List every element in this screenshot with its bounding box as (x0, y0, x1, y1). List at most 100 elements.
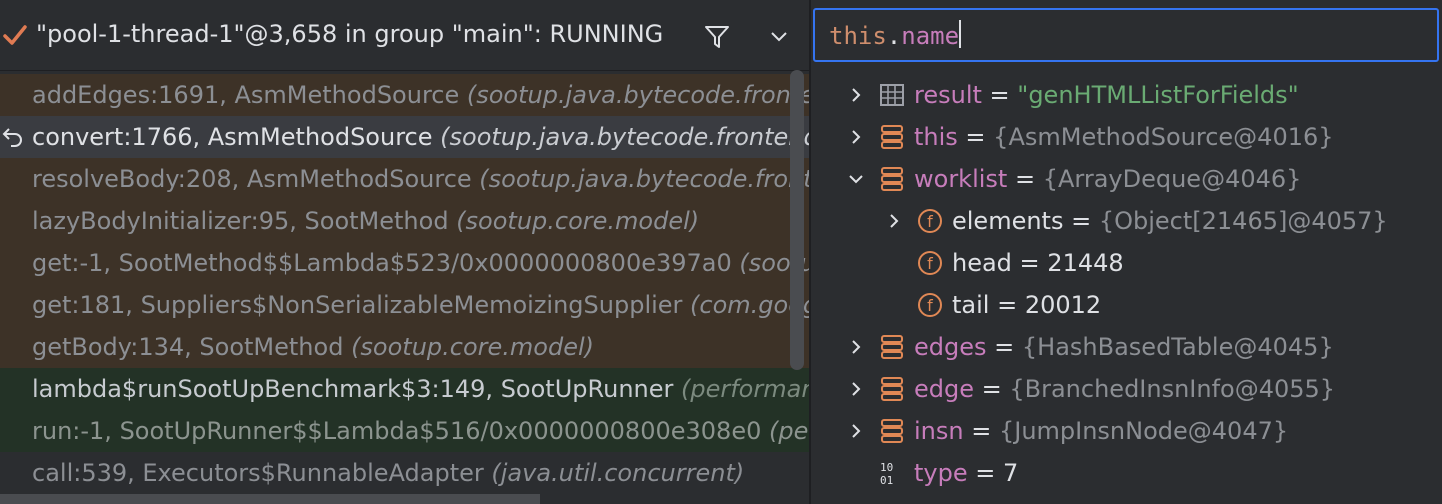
frames-list: addEdges:1691, AsmMethodSource (sootup.j… (0, 74, 809, 504)
frame-method: run:-1, SootUpRunner$$Lambda$516/0x00000… (32, 417, 769, 445)
equals-sign: = (1007, 165, 1043, 193)
frame-text: lambda$runSootUpBenchmark$3:149, SootUpR… (32, 368, 809, 410)
variable-name: result (914, 81, 982, 109)
variable-row[interactable]: f elements = {Object[21465]@4057} (811, 200, 1442, 242)
variable-value: 20012 (1024, 291, 1102, 319)
variable-text: type = 7 (914, 452, 1018, 494)
frame-row[interactable]: resolveBody:208, AsmMethodSource (sootup… (0, 158, 809, 200)
frame-method: lambda$runSootUpBenchmark$3:149, SootUpR… (32, 375, 681, 403)
chevron-right-icon[interactable] (847, 422, 865, 440)
variable-value: "genHTMLListForFields" (1017, 81, 1299, 109)
frame-text: addEdges:1691, AsmMethodSource (sootup.j… (32, 74, 809, 116)
variable-name: this (914, 123, 958, 151)
result-table-icon (880, 84, 904, 106)
variable-name: type (914, 459, 968, 487)
frame-row[interactable]: run:-1, SootUpRunner$$Lambda$516/0x00000… (0, 410, 809, 452)
equals-sign: = (963, 417, 999, 445)
frame-row[interactable]: get:181, Suppliers$NonSerializableMemoiz… (0, 284, 809, 326)
frame-text: getBody:134, SootMethod (sootup.core.mod… (32, 326, 594, 368)
frame-package: (sootup.core.model) (351, 333, 595, 361)
thread-selector[interactable]: "pool-1-thread-1"@3,658 in group "main":… (0, 0, 809, 71)
frame-package: (performance) (768, 417, 809, 445)
frame-method: resolveBody:208, AsmMethodSource (32, 165, 480, 193)
equals-sign: = (974, 375, 1010, 403)
frame-row[interactable]: lambda$runSootUpBenchmark$3:149, SootUpR… (0, 368, 809, 410)
vertical-scrollbar[interactable] (790, 70, 804, 370)
field-icon: f (918, 209, 942, 233)
expression-input[interactable]: this.name (813, 8, 1439, 62)
frame-method: convert:1766, AsmMethodSource (32, 123, 441, 151)
frame-row[interactable]: convert:1766, AsmMethodSource (sootup.ja… (0, 116, 809, 158)
frame-package: (sootup.core.model) (456, 207, 700, 235)
frame-text: call:539, Executors$RunnableAdapter (jav… (32, 452, 744, 494)
frame-row[interactable]: addEdges:1691, AsmMethodSource (sootup.j… (0, 74, 809, 116)
frame-text: convert:1766, AsmMethodSource (sootup.ja… (32, 116, 809, 158)
frame-method: addEdges:1691, AsmMethodSource (32, 81, 467, 109)
chevron-down-icon[interactable] (769, 30, 789, 44)
horizontal-scrollbar[interactable] (0, 494, 540, 504)
equals-sign: = (986, 333, 1022, 361)
variable-row[interactable]: f tail = 20012 (811, 284, 1442, 326)
primitive-icon: 1001 (880, 461, 893, 486)
frame-text: get:-1, SootMethod$$Lambda$523/0x0000000… (32, 242, 809, 284)
equals-sign: = (967, 459, 1003, 487)
chevron-right-icon[interactable] (847, 338, 865, 356)
variable-text: insn = {JumpInsnNode@4047} (914, 410, 1288, 452)
chevron-right-icon[interactable] (885, 212, 903, 230)
frame-text: get:181, Suppliers$NonSerializableMemoiz… (32, 284, 809, 326)
variable-row[interactable]: worklist = {ArrayDeque@4046} (811, 158, 1442, 200)
variable-name: insn (914, 417, 964, 445)
variable-text: tail = 20012 (952, 284, 1101, 326)
variable-row[interactable]: f head = 21448 (811, 242, 1442, 284)
field-icon: f (918, 251, 942, 275)
frame-row[interactable]: getBody:134, SootMethod (sootup.core.mod… (0, 326, 809, 368)
expression-keyword: this (829, 22, 887, 50)
svg-text:f: f (927, 254, 933, 273)
variable-text: edges = {HashBasedTable@4045} (914, 326, 1334, 368)
object-icon (881, 167, 903, 191)
frame-text: resolveBody:208, AsmMethodSource (sootup… (32, 158, 809, 200)
equals-sign: = (957, 123, 994, 151)
frame-row[interactable]: get:-1, SootMethod$$Lambda$523/0x0000000… (0, 242, 809, 284)
variable-text: head = 21448 (952, 242, 1124, 284)
variable-name: edges (914, 333, 987, 361)
frame-row[interactable]: lazyBodyInitializer:95, SootMethod (soot… (0, 200, 809, 242)
variable-value: 21448 (1047, 249, 1124, 277)
variable-row[interactable]: result = "genHTMLListForFields" (811, 74, 1442, 116)
text-caret (959, 20, 962, 48)
variable-text: edge = {BranchedInsnInfo@4055} (914, 368, 1335, 410)
variable-text: worklist = {ArrayDeque@4046} (914, 158, 1301, 200)
equals-sign: = (981, 81, 1018, 109)
variable-name: head (952, 249, 1012, 277)
variable-text: elements = {Object[21465]@4057} (952, 200, 1388, 242)
chevron-down-icon[interactable] (847, 170, 865, 188)
chevron-right-icon[interactable] (847, 86, 865, 104)
expression-field: name (901, 22, 960, 50)
equals-sign: = (1063, 207, 1099, 235)
frame-method: get:-1, SootMethod$$Lambda$523/0x0000000… (32, 249, 740, 277)
frame-method: lazyBodyInitializer:95, SootMethod (32, 207, 457, 235)
variable-row[interactable]: this = {AsmMethodSource@4016} (811, 116, 1442, 158)
variable-row[interactable]: 10 01 type = 7 (811, 452, 1442, 494)
object-icon (881, 335, 903, 359)
chevron-right-icon[interactable] (847, 128, 865, 146)
object-icon (881, 377, 903, 401)
variable-row[interactable]: edges = {HashBasedTable@4045} (811, 326, 1442, 368)
frame-text: run:-1, SootUpRunner$$Lambda$516/0x00000… (32, 410, 809, 452)
svg-text:f: f (927, 296, 933, 315)
variable-row[interactable]: edge = {BranchedInsnInfo@4055} (811, 368, 1442, 410)
variable-name: tail (952, 291, 990, 319)
frame-package: (sootup.java.bytecode.frontend.conversio… (440, 123, 809, 151)
frame-method: call:539, Executors$RunnableAdapter (32, 459, 492, 487)
variable-value: 7 (1003, 459, 1019, 487)
variable-value: {BranchedInsnInfo@4055} (1009, 375, 1336, 403)
frame-package: (performance) (681, 375, 809, 403)
frame-text: lazyBodyInitializer:95, SootMethod (soot… (32, 200, 699, 242)
variable-row[interactable]: insn = {JumpInsnNode@4047} (811, 410, 1442, 452)
filter-icon[interactable] (704, 24, 730, 50)
frame-row[interactable]: call:539, Executors$RunnableAdapter (jav… (0, 452, 809, 494)
chevron-right-icon[interactable] (847, 380, 865, 398)
return-arrow-icon (2, 128, 22, 147)
svg-text:f: f (927, 212, 933, 231)
frame-package: (sootup.java.bytecode.frontend.conversio… (466, 81, 809, 109)
